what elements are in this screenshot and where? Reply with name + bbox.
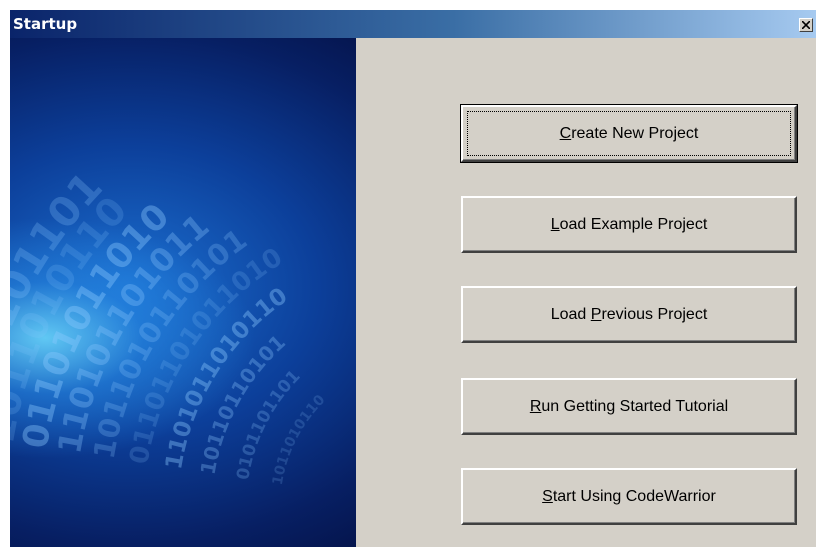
label-prefix: Load bbox=[550, 305, 591, 323]
button-label: Load Previous Project bbox=[551, 306, 708, 324]
label-suffix: revious Project bbox=[601, 305, 708, 323]
button-label: Start Using CodeWarrior bbox=[542, 488, 716, 506]
run-getting-started-tutorial-button[interactable]: Run Getting Started Tutorial bbox=[461, 378, 797, 435]
startup-dialog: Startup 1011010110 0101101101 10110110101 1… bbox=[10, 10, 816, 547]
label-suffix: un Getting Started Tutorial bbox=[541, 397, 729, 415]
label-suffix: tart Using CodeWarrior bbox=[552, 487, 716, 505]
start-using-codewarrior-button[interactable]: Start Using CodeWarrior bbox=[461, 468, 797, 525]
label-mnemonic: P bbox=[590, 305, 602, 323]
label-mnemonic: R bbox=[529, 397, 542, 415]
load-previous-project-button[interactable]: Load Previous Project bbox=[461, 286, 797, 343]
button-label: Create New Project bbox=[560, 125, 699, 143]
load-example-project-button[interactable]: Load Example Project bbox=[461, 196, 797, 253]
button-label: Run Getting Started Tutorial bbox=[530, 398, 728, 416]
create-new-project-button[interactable]: Create New Project bbox=[460, 104, 798, 163]
label-suffix: reate New Project bbox=[571, 124, 699, 142]
button-label: Load Example Project bbox=[551, 216, 708, 234]
startup-actions: Create New Project Load Example Project … bbox=[10, 10, 816, 547]
label-mnemonic: C bbox=[559, 124, 572, 142]
label-mnemonic: L bbox=[550, 215, 560, 233]
label-mnemonic: S bbox=[542, 487, 553, 505]
label-suffix: oad Example Project bbox=[559, 215, 708, 233]
